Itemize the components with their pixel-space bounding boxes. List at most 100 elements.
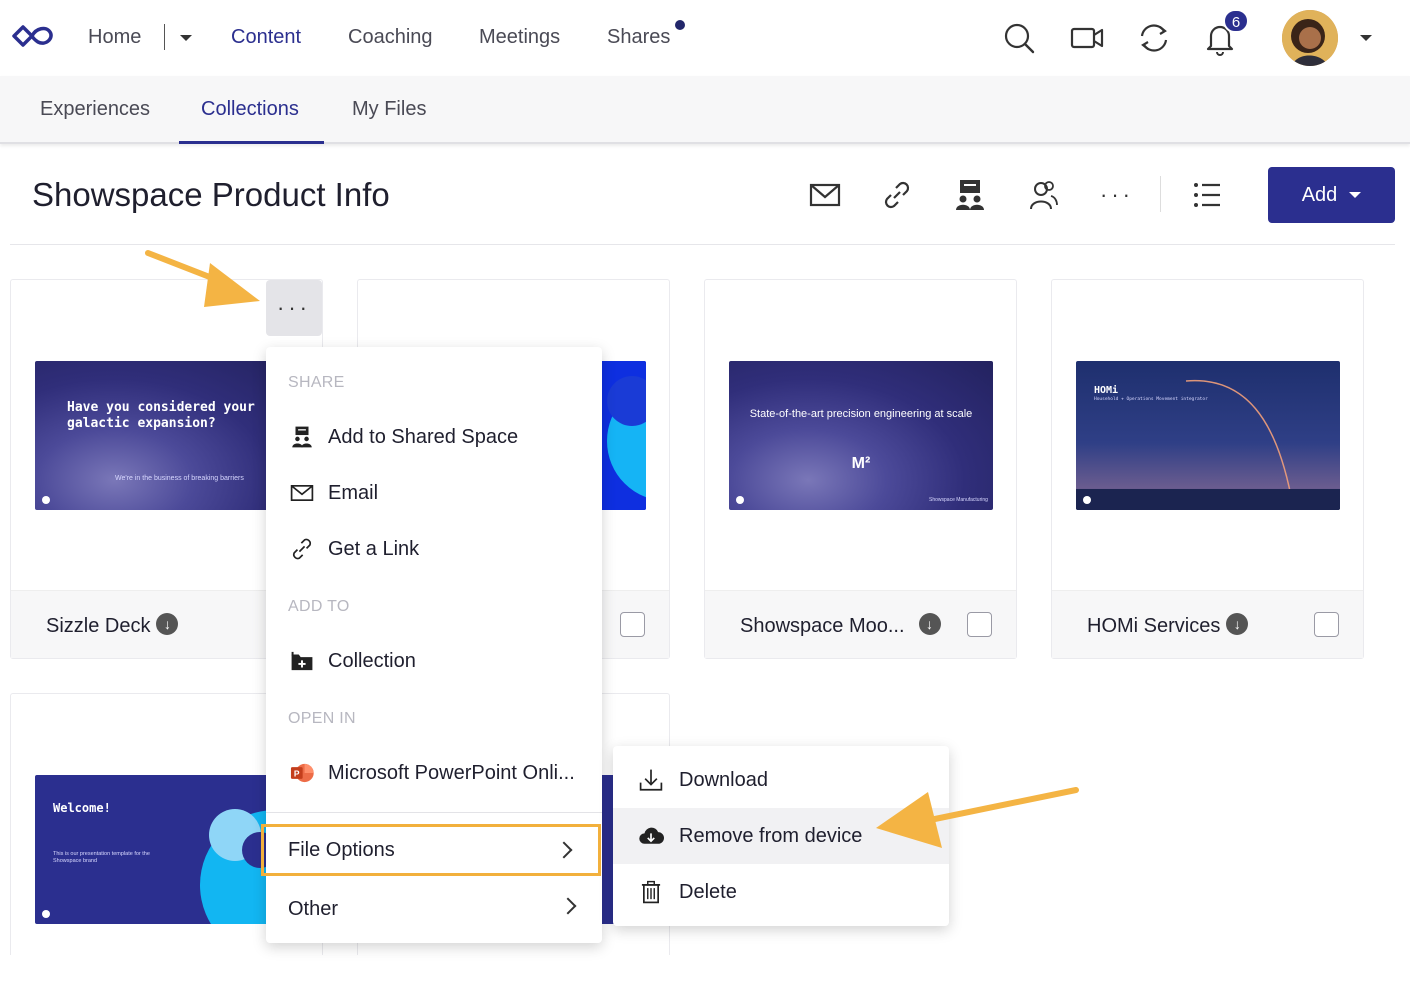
thumbnail-mark: M² xyxy=(851,455,871,472)
add-button[interactable]: Add xyxy=(1268,167,1395,223)
thumbnail-title: HOMi xyxy=(1094,385,1119,396)
powerpoint-icon: P xyxy=(288,759,316,787)
menu-heading-open-in: OPEN IN xyxy=(288,710,356,727)
file-thumbnail[interactable]: HOMi Household + Operations Movement int… xyxy=(1076,361,1340,510)
submenu-item-delete[interactable]: Delete xyxy=(613,864,949,920)
header-divider xyxy=(1160,176,1161,212)
avatar[interactable] xyxy=(1282,10,1338,66)
thumbnail-caption: Household + Operations Movement integrat… xyxy=(1094,397,1208,402)
sync-icon[interactable] xyxy=(1134,18,1174,58)
file-thumbnail[interactable]: Have you considered your galactic expans… xyxy=(35,361,299,510)
file-more-options-button[interactable]: ··· xyxy=(266,280,322,336)
file-thumbnail[interactable]: Welcome! This is our presentation templa… xyxy=(35,775,299,924)
thumbnail-title: State-of-the-art precision engineering a… xyxy=(749,408,973,420)
file-card-showspace-moon[interactable]: State-of-the-art precision engineering a… xyxy=(704,279,1017,659)
select-checkbox[interactable] xyxy=(967,612,992,637)
card-footer: HOMi Services xyxy=(1052,590,1363,658)
menu-item-open-in-powerpoint[interactable]: P Microsoft PowerPoint Onli... xyxy=(266,748,602,798)
brand-mark-icon xyxy=(42,496,50,504)
shared-space-icon xyxy=(288,423,316,451)
download-icon xyxy=(637,766,665,794)
sub-navigation: Experiences Collections My Files xyxy=(0,76,1410,144)
menu-item-file-options[interactable]: File Options xyxy=(261,824,601,876)
viewport-bottom xyxy=(0,955,1410,996)
link-icon[interactable] xyxy=(877,175,917,215)
select-checkbox[interactable] xyxy=(1314,612,1339,637)
annotation-arrow-icon xyxy=(145,250,260,307)
menu-item-label: Email xyxy=(328,481,379,504)
select-checkbox[interactable] xyxy=(620,612,645,637)
list-view-icon[interactable] xyxy=(1187,175,1227,215)
add-caret-icon xyxy=(1349,192,1362,198)
thumbnail-title: Welcome! xyxy=(53,801,111,815)
avatar-image-icon xyxy=(1282,10,1338,66)
card-title[interactable]: Showspace Moo... xyxy=(740,613,941,638)
account-caret-icon[interactable] xyxy=(1360,35,1372,41)
menu-item-label: Add to Shared Space xyxy=(328,425,519,448)
card-title-text: Sizzle Deck xyxy=(46,615,151,637)
email-icon xyxy=(288,479,316,507)
tab-my-files[interactable]: My Files xyxy=(352,98,426,121)
add-to-collection-icon xyxy=(288,647,316,675)
thumbnail-caption: This is our presentation template for th… xyxy=(53,851,150,864)
nav-divider xyxy=(164,24,165,50)
downloaded-icon xyxy=(156,613,179,635)
rocket-trail-icon xyxy=(1076,379,1340,510)
users-icon[interactable] xyxy=(1023,175,1063,215)
cloud-download-icon xyxy=(637,822,665,850)
top-navigation-bar: Home Content Coaching Meetings Shares 6 xyxy=(0,0,1410,76)
menu-heading-share: SHARE xyxy=(288,374,345,391)
submenu-item-label: Download xyxy=(679,768,768,791)
card-footer: Showspace Moo... xyxy=(705,590,1016,658)
downloaded-icon xyxy=(1226,613,1249,635)
menu-heading-add-to: ADD TO xyxy=(288,598,350,615)
nav-home[interactable]: Home xyxy=(88,26,141,49)
nav-dropdown-caret-icon[interactable] xyxy=(180,35,192,41)
page-title: Showspace Product Info xyxy=(32,176,390,213)
tab-collections[interactable]: Collections xyxy=(201,98,299,121)
svg-text:P: P xyxy=(294,768,300,778)
submenu-item-label: Delete xyxy=(679,880,737,903)
card-title-text: Showspace Moo... xyxy=(740,615,905,637)
card-title[interactable]: Sizzle Deck xyxy=(46,613,179,638)
menu-item-label: Other xyxy=(288,897,339,920)
brand-mark-icon xyxy=(42,910,50,918)
menu-item-label: Microsoft PowerPoint Onli... xyxy=(328,761,575,784)
brand-mark-icon xyxy=(736,496,744,504)
thumbnail-title: Have you considered your galactic expans… xyxy=(67,400,255,431)
video-camera-icon[interactable] xyxy=(1067,18,1107,58)
email-icon[interactable] xyxy=(805,175,845,215)
search-icon[interactable] xyxy=(999,18,1039,58)
logo-icon[interactable] xyxy=(10,22,56,50)
card-title-text: HOMi Services xyxy=(1087,615,1221,637)
active-tab-indicator xyxy=(179,141,324,144)
thumbnail-shapes-icon xyxy=(200,809,299,924)
file-thumbnail[interactable]: State-of-the-art precision engineering a… xyxy=(729,361,993,510)
trash-icon xyxy=(637,878,665,906)
menu-item-other[interactable]: Other xyxy=(266,883,602,935)
file-context-menu: SHARE Add to Shared Space Email Get a Li… xyxy=(261,347,602,943)
nav-shares[interactable]: Shares xyxy=(607,26,670,49)
add-button-label: Add xyxy=(1301,183,1338,206)
nav-content[interactable]: Content xyxy=(231,26,301,49)
annotation-arrow-icon xyxy=(876,787,1079,848)
menu-item-email[interactable]: Email xyxy=(266,468,602,518)
tab-experiences[interactable]: Experiences xyxy=(40,98,150,121)
menu-item-collection[interactable]: Collection xyxy=(266,636,602,686)
submenu-item-label: Remove from device xyxy=(679,824,863,847)
chevron-right-icon xyxy=(559,897,577,915)
shares-unread-dot xyxy=(675,20,685,30)
menu-item-label: File Options xyxy=(288,838,395,861)
menu-item-get-link[interactable]: Get a Link xyxy=(266,524,602,574)
nav-coaching[interactable]: Coaching xyxy=(348,26,433,49)
card-title[interactable]: HOMi Services xyxy=(1087,613,1249,638)
menu-item-label: Collection xyxy=(328,649,416,672)
downloaded-icon xyxy=(918,613,941,635)
menu-item-add-to-shared-space[interactable]: Add to Shared Space xyxy=(266,412,602,462)
notification-count-badge: 6 xyxy=(1223,9,1249,33)
shared-space-icon[interactable] xyxy=(950,175,990,215)
nav-meetings[interactable]: Meetings xyxy=(479,26,560,49)
more-options-icon[interactable]: ··· xyxy=(1097,175,1137,215)
brand-mark-icon xyxy=(1083,496,1091,504)
file-card-homi-services[interactable]: HOMi Household + Operations Movement int… xyxy=(1051,279,1364,659)
